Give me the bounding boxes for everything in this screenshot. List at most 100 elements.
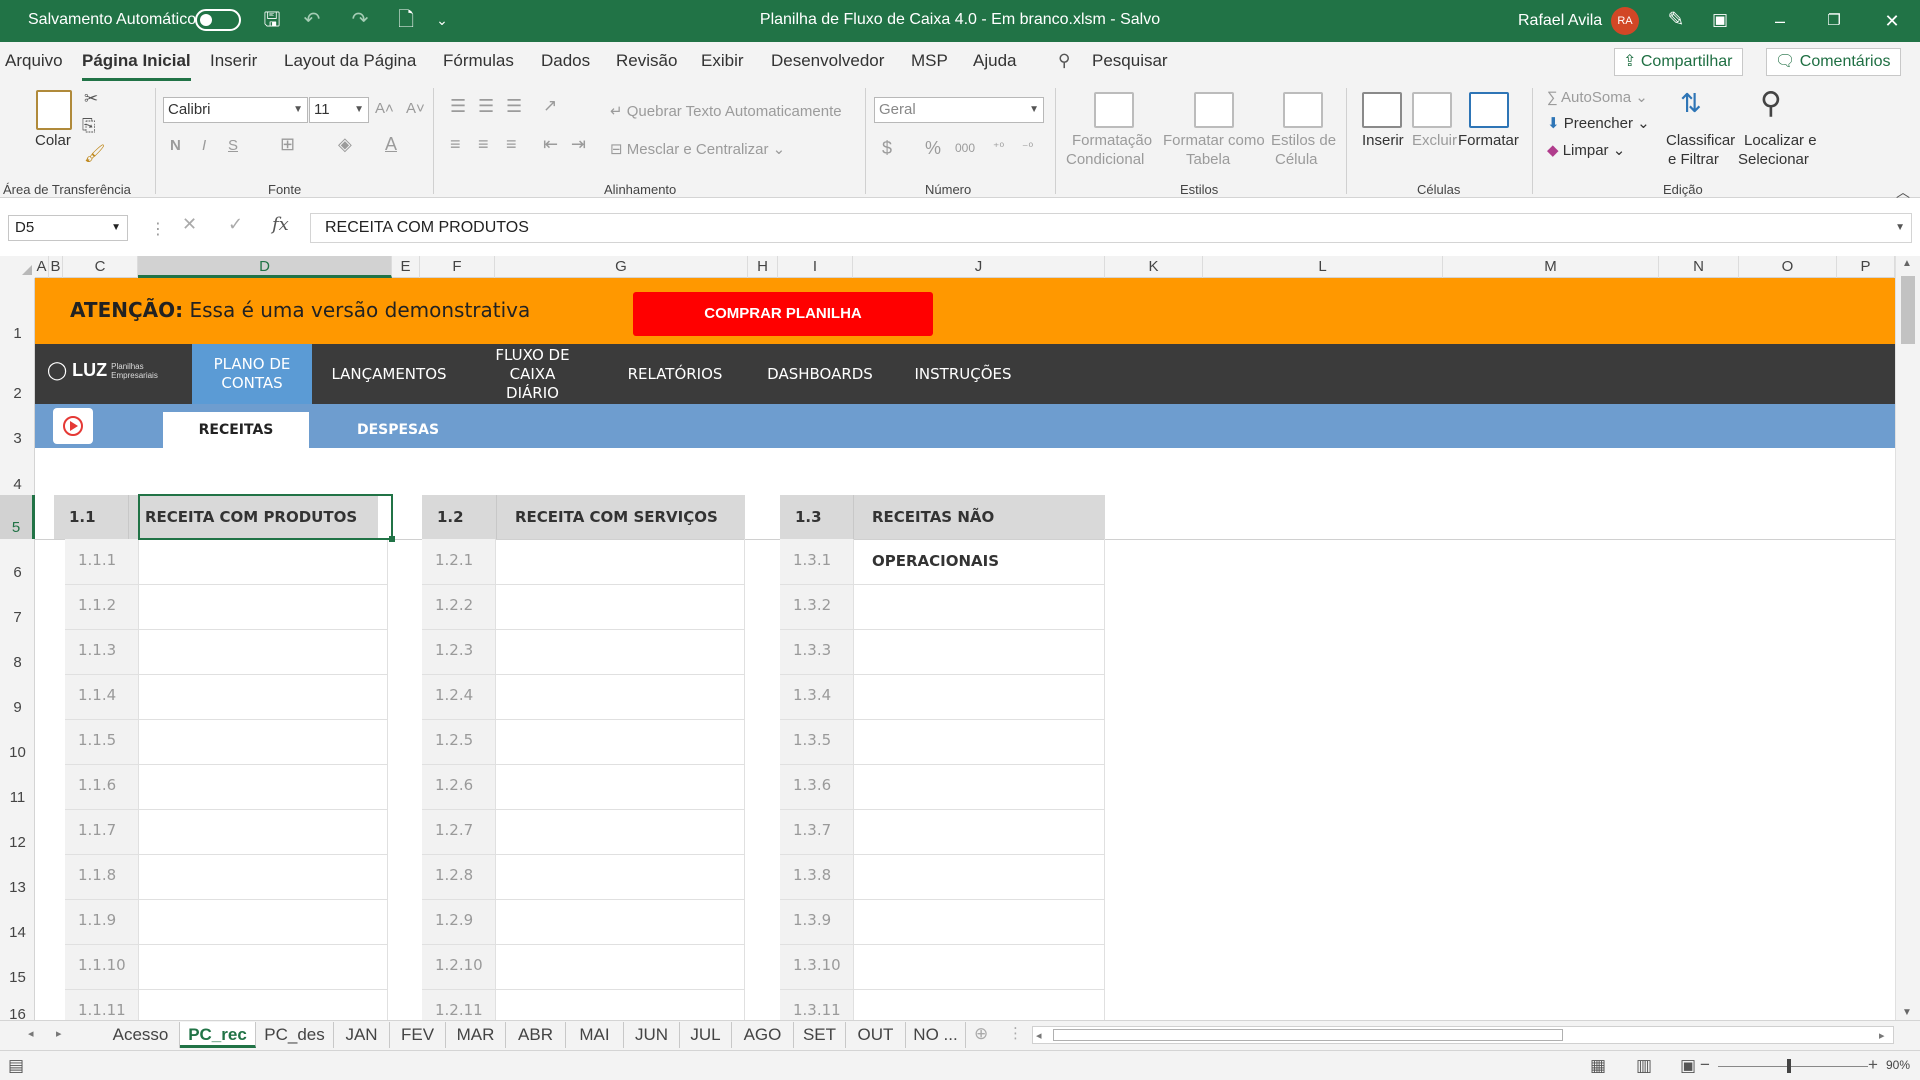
sort-filter-icon[interactable]: ⇅ [1680,88,1702,119]
column-header-a[interactable]: A [35,256,49,278]
sheet-tab-ago[interactable]: AGO [732,1022,794,1048]
row-header[interactable]: 11 [0,764,35,809]
account-name-cell[interactable] [138,989,388,1020]
account-code[interactable]: 1.1.5 [78,731,116,749]
account-name-cell[interactable] [495,629,745,674]
account-code[interactable]: 1.2.9 [435,911,473,929]
account-name-cell[interactable] [495,809,745,854]
account-code[interactable]: 1.1.7 [78,821,116,839]
account-code[interactable]: 1.2.2 [435,596,473,614]
account-code[interactable]: 1.1.6 [78,776,116,794]
account-code[interactable]: 1.2.6 [435,776,473,794]
tab-layout-da-pagina[interactable]: Layout da Página [284,51,416,71]
account-code[interactable]: 1.3.1 [793,551,831,569]
zoom-slider[interactable] [1718,1066,1868,1067]
account-name-cell[interactable] [138,944,388,989]
formula-bar-grip-icon[interactable]: ⋮ [150,219,166,239]
column-header-o[interactable]: O [1739,256,1837,278]
format-as-table-label-1[interactable]: Formatar como [1163,132,1265,149]
save-icon[interactable]: 🖫 [258,8,286,32]
account-code[interactable]: 1.3.9 [793,911,831,929]
wrap-text-button[interactable]: ↵ Quebrar Texto Automaticamente [610,102,842,120]
insert-function-icon[interactable]: fx [272,214,289,235]
minimize-button[interactable]: – [1760,6,1800,36]
tab-ajuda[interactable]: Ajuda [973,51,1016,71]
delete-cells-icon[interactable] [1412,92,1452,128]
account-code[interactable]: 1.1.8 [78,866,116,884]
account-name-cell[interactable] [495,854,745,899]
account-code[interactable]: 1.2.1 [435,551,473,569]
row-header[interactable]: 2 [0,344,35,404]
align-middle-icon[interactable]: ☰ [478,96,494,117]
account-name-cell[interactable] [853,944,1105,989]
share-button[interactable]: ⇪ Compartilhar [1614,48,1744,76]
account-name-cell[interactable] [138,629,388,674]
account-name-cell[interactable] [138,719,388,764]
tab-msp[interactable]: MSP [911,51,948,71]
active-cell-d5[interactable] [138,494,395,542]
align-bottom-icon[interactable]: ☰ [506,96,522,117]
row-header[interactable]: 14 [0,899,35,944]
column-header-i[interactable]: I [778,256,853,278]
sheet-tab-acesso[interactable]: Acesso [102,1022,180,1048]
row-header[interactable]: 4 [0,448,35,495]
account-code[interactable]: 1.2.11 [435,1001,483,1019]
nav-lancamentos[interactable]: LANÇAMENTOS [318,344,460,404]
paste-icon[interactable] [36,90,72,130]
page-layout-view-icon[interactable]: ▥ [1636,1056,1652,1076]
account-name-cell[interactable] [138,584,388,629]
account-name-cell[interactable] [853,584,1105,629]
avatar[interactable]: RA [1611,7,1639,35]
account-name-cell[interactable] [853,719,1105,764]
comments-button[interactable]: 🗨 Comentários [1766,48,1902,76]
account-name-cell[interactable] [853,674,1105,719]
account-name-cell[interactable] [495,944,745,989]
scroll-up-icon[interactable]: ▲ [1902,258,1912,269]
zoom-slider-thumb[interactable] [1787,1059,1791,1073]
sheet-tab-fev[interactable]: FEV [390,1022,446,1048]
scroll-right-icon[interactable]: ▸ [1879,1029,1885,1042]
format-cells-icon[interactable] [1469,92,1509,128]
account-name-cell[interactable] [138,899,388,944]
row-header[interactable]: 9 [0,674,35,719]
account-code[interactable]: 1.1.10 [78,956,126,974]
account-code[interactable]: 1.2.3 [435,641,473,659]
thousands-button[interactable]: 000 [955,141,975,155]
close-button[interactable]: ✕ [1872,6,1912,36]
account-name-cell[interactable] [138,854,388,899]
row-header[interactable]: 13 [0,854,35,899]
account-code[interactable]: 1.1.11 [78,1001,126,1019]
align-center-icon[interactable]: ≡ [478,134,489,155]
shrink-font-icon[interactable]: A˅ [406,100,425,117]
account-code[interactable]: 1.3.8 [793,866,831,884]
nav-dashboards[interactable]: DASHBOARDS [750,344,890,404]
decrease-decimal-icon[interactable]: ⁻⁰ [1022,140,1033,154]
sheet-tab-out[interactable]: OUT [846,1022,906,1048]
account-name-cell[interactable] [495,539,745,584]
bold-button[interactable]: N [170,137,181,154]
format-painter-icon[interactable]: 🖌 [84,144,106,164]
redo-icon[interactable]: ↷ [346,8,374,32]
format-cells-label[interactable]: Formatar [1458,132,1519,149]
tab-arquivo[interactable]: Arquivo [5,51,63,71]
cell-styles-icon[interactable] [1283,92,1323,128]
align-left-icon[interactable]: ≡ [450,134,461,155]
account-name-cell[interactable] [853,809,1105,854]
sheet-tab-jan[interactable]: JAN [334,1022,390,1048]
find-select-label-2[interactable]: Selecionar [1738,151,1809,168]
font-family-select[interactable]: Calibri ▼ [163,97,308,123]
search-icon[interactable]: ⚲ [1058,51,1070,71]
underline-button[interactable]: S [228,137,238,154]
fill-button[interactable]: ⬇ Preencher ⌄ [1547,114,1650,132]
increase-indent-icon[interactable]: ⇥ [571,134,586,155]
nav-plano-de-contas[interactable]: PLANO DE CONTAS [192,344,312,404]
column-header-l[interactable]: L [1203,256,1443,278]
conditional-formatting-label-1[interactable]: Formatação [1072,132,1152,149]
fill-color-icon[interactable]: ◈ [338,134,352,155]
grow-font-icon[interactable]: A˄ [375,100,394,117]
insert-cells-icon[interactable] [1362,92,1402,128]
account-name-cell[interactable] [138,809,388,854]
insert-cells-label[interactable]: Inserir [1362,132,1404,149]
tab-revisao[interactable]: Revisão [616,51,677,71]
subtab-despesas[interactable]: DESPESAS [325,412,471,448]
